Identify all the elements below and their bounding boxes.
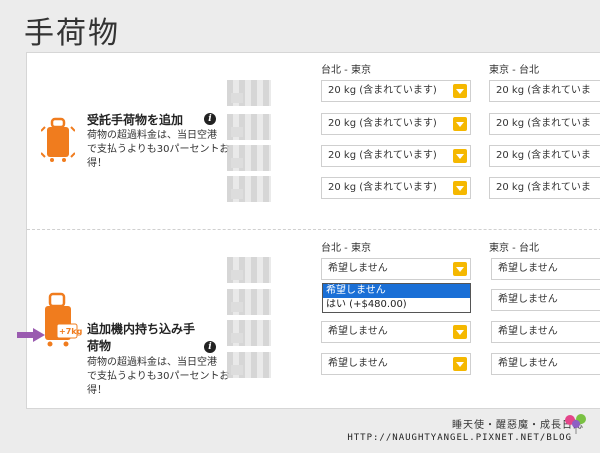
suitcase-plus-7kg-icon <box>45 292 78 347</box>
info-icon[interactable]: i <box>204 113 216 125</box>
passenger-name-blurred <box>227 114 271 140</box>
column-header: 東京 - 台北 <box>489 243 539 254</box>
cabin-baggage-select[interactable]: 希望しません <box>321 258 471 280</box>
baggage-select[interactable]: 20 kg (含まれていま <box>489 80 600 102</box>
cabin-baggage-section: +7kg 追加機内持ち込み手 荷物 i 荷物の超過料金は、当日空港 で支払うより… <box>27 229 600 408</box>
baggage-select[interactable]: 20 kg (含まれています) <box>321 80 471 102</box>
balloons-icon <box>565 414 586 434</box>
passenger-name-blurred <box>227 289 271 315</box>
chevron-down-icon <box>453 262 467 276</box>
chevron-down-icon <box>453 325 467 339</box>
cabin-baggage-select[interactable]: 希望しません <box>321 321 471 343</box>
feature-title: 受託手荷物を追加 <box>87 113 184 127</box>
baggage-select[interactable]: 20 kg (含まれています) <box>321 113 471 135</box>
baggage-select[interactable]: 20 kg (含まれています) <box>321 177 471 199</box>
checked-baggage-section: 受託手荷物を追加 i 荷物の超過料金は、当日空港 で支払うよりも30パーセントお… <box>27 53 600 229</box>
dropdown-option[interactable]: 希望しません <box>323 284 470 298</box>
info-icon[interactable]: i <box>204 341 216 353</box>
baggage-select[interactable]: 20 kg (含まれていま <box>489 145 600 167</box>
chevron-down-icon <box>453 181 467 195</box>
cabin-baggage-select[interactable]: 希望しません <box>491 258 600 280</box>
chevron-down-icon <box>453 117 467 131</box>
cabin-baggage-select[interactable]: 希望しません <box>321 353 471 375</box>
dropdown-option[interactable]: はい (+$480.00) <box>323 298 470 312</box>
baggage-select[interactable]: 20 kg (含まれていま <box>489 177 600 199</box>
feature-description: 荷物の超過料金は、当日空港 で支払うよりも30パーセントお 得！ <box>87 357 230 396</box>
arrow-right-icon <box>17 328 45 342</box>
passenger-name-blurred <box>227 352 271 378</box>
baggage-select[interactable]: 20 kg (含まれています) <box>321 145 471 167</box>
cabin-baggage-select[interactable]: 希望しません <box>491 321 600 343</box>
page-title: 手荷物 <box>24 16 120 51</box>
passenger-name-blurred <box>227 320 271 346</box>
passenger-name-blurred <box>227 80 271 106</box>
passenger-name-blurred <box>227 145 271 171</box>
feature-description: 荷物の超過料金は、当日空港 で支払うよりも30パーセントお 得！ <box>87 130 230 169</box>
weight-badge: +7kg <box>59 327 83 336</box>
cabin-baggage-select[interactable]: 希望しません <box>491 289 600 311</box>
baggage-select[interactable]: 20 kg (含まれていま <box>489 113 600 135</box>
baggage-panel: 受託手荷物を追加 i 荷物の超過料金は、当日空港 で支払うよりも30パーセントお… <box>26 52 600 409</box>
passenger-name-blurred <box>227 257 271 283</box>
chevron-down-icon <box>453 149 467 163</box>
passenger-name-blurred <box>227 176 271 202</box>
column-header: 東京 - 台北 <box>489 65 539 76</box>
cabin-baggage-select[interactable]: 希望しません <box>491 353 600 375</box>
chevron-down-icon <box>453 84 467 98</box>
column-header: 台北 - 東京 <box>321 243 371 254</box>
chevron-down-icon <box>453 357 467 371</box>
column-header: 台北 - 東京 <box>321 65 371 76</box>
watermark-url: HTTP://NAUGHTYANGEL.PIXNET.NET/BLOG <box>347 433 572 443</box>
feature-title: 追加機内持ち込み手 荷物 <box>87 322 196 353</box>
suitcase-icon <box>41 117 75 162</box>
dropdown-list[interactable]: 希望しません はい (+$480.00) <box>322 283 471 313</box>
